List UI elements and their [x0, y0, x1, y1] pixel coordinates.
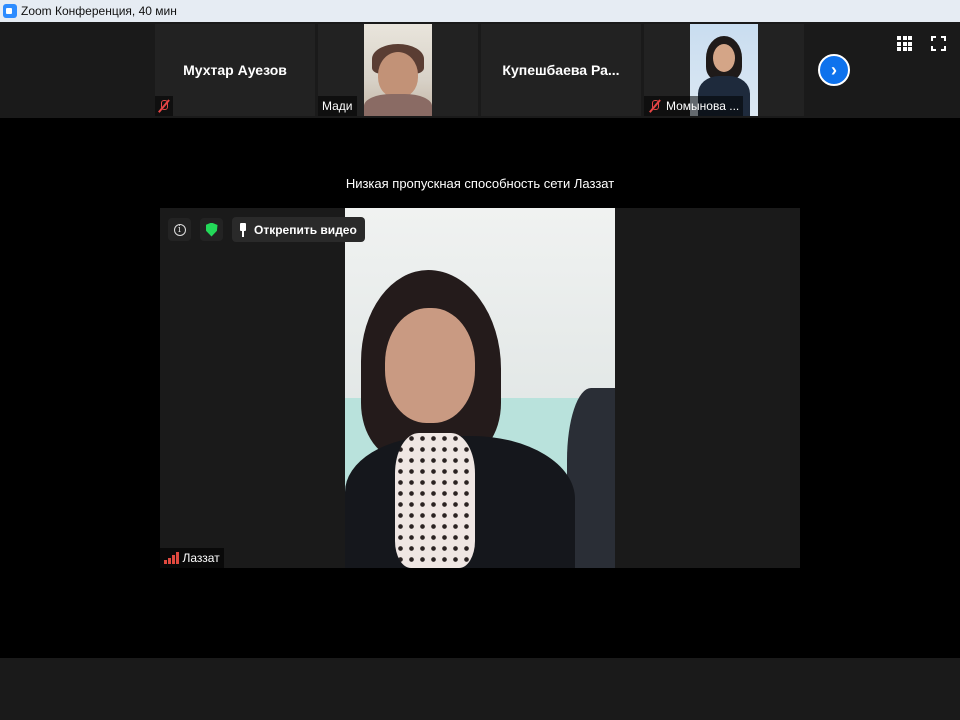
grid-icon[interactable] — [897, 36, 912, 51]
participant-tile-kupeshbaeva[interactable]: Купешбаева Ра... — [481, 24, 641, 116]
participant-name: Момынова ... — [666, 99, 740, 113]
speaker-label: Лаззат — [160, 548, 224, 568]
participant-tile-ayezov[interactable]: Мухтар Ауезов — [155, 24, 315, 116]
next-page-button[interactable]: › — [818, 54, 850, 86]
shield-icon — [205, 222, 218, 237]
window-title-bar: Zoom Конференция, 40 мин — [0, 0, 960, 22]
video-overlay-toolbar: i Открепить видео — [168, 217, 365, 242]
zoom-app-icon — [3, 4, 17, 18]
microphone-muted-icon — [157, 99, 171, 113]
participant-name: Мади — [322, 99, 353, 113]
meeting-controls-bar — [0, 658, 960, 720]
participant-video — [364, 24, 432, 116]
encryption-button[interactable] — [200, 218, 223, 241]
participant-status — [155, 96, 173, 116]
participant-label: Мади — [318, 96, 357, 116]
participant-name: Мухтар Ауезов — [183, 62, 287, 78]
unpin-label: Открепить видео — [254, 222, 357, 237]
info-button[interactable]: i — [168, 218, 191, 241]
participant-label: Момынова ... — [644, 96, 744, 116]
speaker-camera-feed — [345, 208, 615, 568]
speaker-name: Лаззат — [182, 551, 220, 565]
info-icon: i — [173, 223, 186, 236]
participant-tile-madi[interactable]: Мади — [318, 24, 478, 116]
participant-name: Купешбаева Ра... — [502, 62, 620, 78]
participant-tile-momynova[interactable]: Момынова ... — [644, 24, 804, 116]
bandwidth-notice: Низкая пропускная способность сети Лазза… — [345, 176, 615, 191]
fullscreen-icon[interactable] — [931, 36, 946, 51]
chevron-right-icon: › — [831, 59, 837, 80]
pin-icon — [238, 222, 248, 237]
unpin-video-button[interactable]: Открепить видео — [232, 217, 365, 242]
participant-strip: Мухтар Ауезов Мади Купешбаева Ра... Момы… — [0, 22, 960, 118]
microphone-muted-icon — [648, 99, 662, 113]
main-speaker-video[interactable] — [160, 208, 800, 568]
signal-strength-icon — [164, 552, 179, 564]
window-title: Zoom Конференция, 40 мин — [21, 4, 177, 18]
